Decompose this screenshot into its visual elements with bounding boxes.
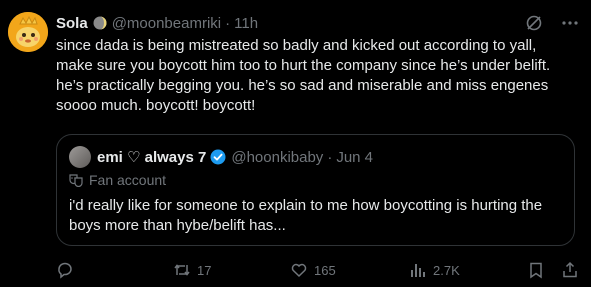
quoted-tweet[interactable]: emi ♡ always 7 @hoonkibaby · Jun 4 Fan a… (56, 134, 575, 246)
heart-icon (291, 263, 307, 278)
tweet-actions: 17 165 2.7K (56, 258, 581, 282)
quoted-author-avatar (69, 146, 91, 168)
reply-button[interactable] (56, 258, 74, 282)
quoted-author-name: emi ♡ always 7 (97, 149, 207, 166)
moon-emoji-icon (93, 16, 107, 30)
quoted-tweet-text: i'd really like for someone to explain t… (69, 197, 543, 234)
author-handle[interactable]: @moonbeamriki (112, 15, 221, 32)
tweet-header: Sola @moonbeamriki · 11h (56, 12, 579, 34)
views-count: 2.7K (433, 262, 460, 278)
like-count: 165 (314, 262, 336, 278)
retweet-count: 17 (197, 262, 212, 278)
fan-account-text: Fan account (89, 172, 167, 188)
quoted-author-handle: @hoonkibaby (231, 148, 324, 166)
tweet-time[interactable]: 11h (234, 15, 258, 32)
header-actions (525, 12, 579, 34)
more-options-icon[interactable] (561, 14, 579, 32)
retweet-icon (174, 264, 190, 276)
verified-badge-icon (210, 149, 226, 165)
like-button[interactable]: 165 (290, 258, 336, 282)
retweet-button[interactable]: 17 (173, 258, 211, 282)
quoted-tweet-time: Jun 4 (336, 148, 374, 166)
masks-icon (69, 174, 83, 187)
author-avatar[interactable] (8, 12, 48, 52)
author-name[interactable]: Sola (56, 15, 88, 32)
grok-icon[interactable] (525, 14, 543, 32)
fan-account-label: Fan account (69, 172, 166, 188)
bookmark-icon (530, 262, 542, 279)
quoted-tweet-header: emi ♡ always 7 @hoonkibaby · Jun 4 (69, 146, 373, 168)
reply-icon (58, 262, 72, 279)
views-chart-icon (411, 264, 425, 277)
share-button[interactable] (561, 258, 579, 282)
tweet-text: since dada is being mistreated so badly … (56, 37, 551, 114)
share-icon (563, 261, 577, 278)
quoted-separator-dot: · (327, 148, 333, 166)
views-button[interactable]: 2.7K (409, 258, 460, 282)
bookmark-button[interactable] (527, 258, 545, 282)
separator-dot: · (225, 14, 231, 32)
avatar-image (8, 12, 48, 52)
